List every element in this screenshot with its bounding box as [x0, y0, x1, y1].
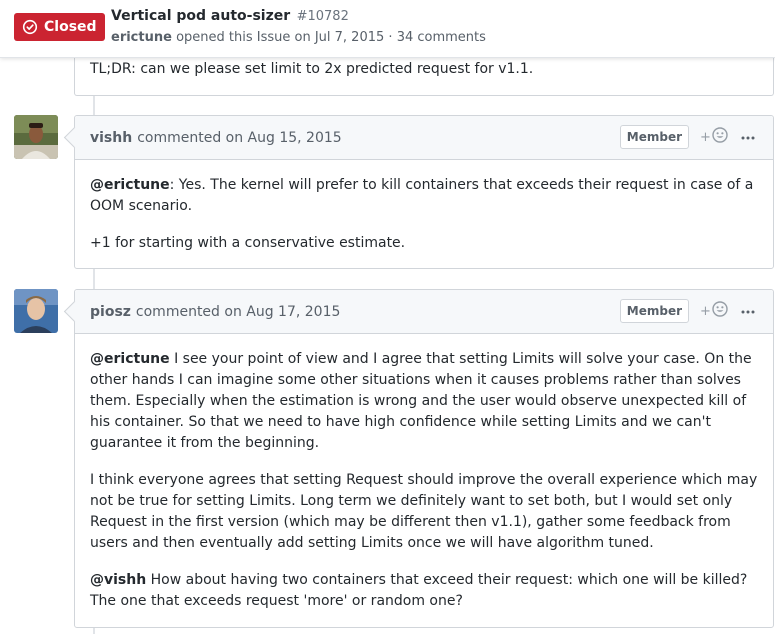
smiley-icon — [712, 127, 728, 147]
more-options-button[interactable] — [738, 126, 758, 146]
add-reaction-button[interactable]: + — [700, 301, 730, 321]
timeline-rail — [93, 628, 95, 634]
issue-state-badge: Closed — [14, 13, 105, 41]
comment-timestamp[interactable]: commented on Aug 15, 2015 — [137, 130, 341, 146]
user-mention[interactable]: @vishh — [90, 572, 146, 588]
meta-separator: · — [388, 30, 393, 45]
avatar-vishh[interactable] — [14, 115, 58, 159]
kebab-horizontal-icon — [741, 302, 755, 318]
issue-state-label: Closed — [44, 19, 97, 35]
issue-opened-text: opened this Issue on Jul 7, 2015 — [176, 30, 385, 45]
comment-author[interactable]: piosz — [90, 304, 131, 320]
kebab-horizontal-icon — [741, 128, 755, 144]
comment-header: piosz commented on Aug 17, 2015 Member + — [75, 290, 773, 334]
comment-paragraph: +1 for starting with a conservative esti… — [90, 233, 758, 254]
issue-comment-count: 34 comments — [396, 30, 486, 45]
more-options-button[interactable] — [738, 300, 758, 320]
reaction-plus: + — [700, 303, 711, 319]
paragraph-text: : Yes. The kernel will prefer to kill co… — [90, 177, 754, 214]
paragraph-text: I see your point of view and I agree tha… — [90, 351, 752, 451]
user-mention[interactable]: @erictune — [90, 351, 170, 367]
comment-paragraph: @erictune: Yes. The kernel will prefer t… — [90, 175, 758, 217]
member-badge: Member — [619, 299, 689, 323]
closed-issue-icon — [22, 19, 38, 35]
member-badge: Member — [619, 125, 689, 149]
comment-vishh: vishh commented on Aug 15, 2015 Member +… — [74, 115, 774, 269]
smiley-icon — [712, 301, 728, 321]
comment-body: @erictune I see your point of view and I… — [75, 334, 773, 612]
issue-title: Vertical pod auto-sizer #10782 — [111, 8, 349, 24]
paragraph-text: How about having two containers that exc… — [90, 572, 748, 609]
comment-paragraph: I think everyone agrees that setting Req… — [90, 470, 758, 554]
reaction-plus: + — [700, 129, 711, 145]
partial-comment-text: TL;DR: can we please set limit to 2x pre… — [90, 61, 534, 77]
comment-paragraph: @erictune I see your point of view and I… — [90, 349, 758, 454]
comment-body: @erictune: Yes. The kernel will prefer t… — [75, 160, 773, 254]
comment-header: vishh commented on Aug 15, 2015 Member + — [75, 116, 773, 160]
issue-title-text[interactable]: Vertical pod auto-sizer — [111, 8, 290, 24]
timeline-rail — [93, 269, 95, 289]
user-mention[interactable]: @erictune — [90, 177, 170, 193]
comment-author[interactable]: vishh — [90, 130, 132, 146]
issue-number: #10782 — [296, 9, 349, 24]
sticky-issue-header: Closed Vertical pod auto-sizer #10782 er… — [0, 0, 775, 58]
comment-piosz: piosz commented on Aug 17, 2015 Member +… — [74, 289, 774, 628]
issue-meta: erictune opened this Issue on Jul 7, 201… — [111, 30, 486, 45]
timeline-rail — [93, 96, 95, 116]
paragraph-text: +1 for starting with a conservative esti… — [90, 235, 406, 251]
comment-timestamp[interactable]: commented on Aug 17, 2015 — [136, 304, 340, 320]
issue-author-link[interactable]: erictune — [111, 30, 172, 45]
add-reaction-button[interactable]: + — [700, 127, 730, 147]
paragraph-text: I think everyone agrees that setting Req… — [90, 472, 758, 551]
avatar-piosz[interactable] — [14, 289, 58, 333]
comment-paragraph: @vishh How about having two containers t… — [90, 570, 758, 612]
